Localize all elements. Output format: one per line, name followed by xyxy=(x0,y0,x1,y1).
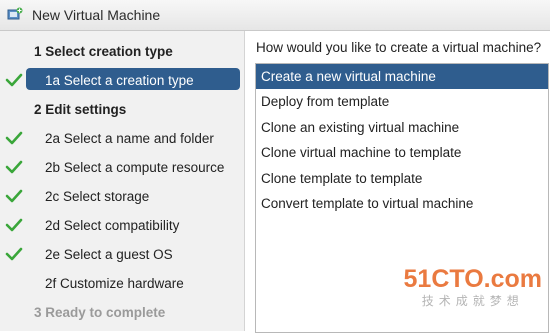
step-label: 1 Select creation type xyxy=(34,44,173,59)
option-clone-vm-to-template[interactable]: Clone virtual machine to template xyxy=(256,140,548,165)
wizard-steps-panel: 1 Select creation type 1a Select a creat… xyxy=(0,31,245,331)
step-label: 2d Select compatibility xyxy=(45,218,180,233)
option-deploy-from-template[interactable]: Deploy from template xyxy=(256,89,548,114)
checkmark-icon xyxy=(5,129,23,147)
title-bar: New Virtual Machine xyxy=(0,0,550,31)
step-1-select-creation-type: 1 Select creation type xyxy=(0,37,244,66)
step-label: 3 Ready to complete xyxy=(34,305,166,320)
step-2a-select-name-and-folder[interactable]: 2a Select a name and folder xyxy=(0,124,244,153)
step-2d-select-compatibility[interactable]: 2d Select compatibility xyxy=(0,211,244,240)
watermark: 51CTO.com 技术成就梦想 xyxy=(404,265,542,309)
option-label: Deploy from template xyxy=(261,94,390,109)
step-2f-customize-hardware[interactable]: 2f Customize hardware xyxy=(0,269,244,298)
step-label: 1a Select a creation type xyxy=(45,73,194,88)
option-label: Create a new virtual machine xyxy=(261,69,436,84)
checkmark-icon xyxy=(5,245,23,263)
option-label: Clone template to template xyxy=(261,171,423,186)
option-create-new-vm[interactable]: Create a new virtual machine xyxy=(256,64,548,89)
step-label: 2a Select a name and folder xyxy=(45,131,214,146)
checkmark-icon xyxy=(5,158,23,176)
step-label: 2 Edit settings xyxy=(34,102,127,117)
option-label: Convert template to virtual machine xyxy=(261,196,474,211)
option-label: Clone an existing virtual machine xyxy=(261,120,460,135)
new-vm-icon xyxy=(7,7,23,23)
step-3-ready-to-complete: 3 Ready to complete xyxy=(0,298,244,327)
step-1a-select-creation-type[interactable]: 1a Select a creation type xyxy=(0,66,244,95)
step-2e-select-guest-os[interactable]: 2e Select a guest OS xyxy=(0,240,244,269)
option-clone-template-to-template[interactable]: Clone template to template xyxy=(256,166,548,191)
step-label: 2c Select storage xyxy=(45,189,150,204)
creation-type-question: How would you like to create a virtual m… xyxy=(256,40,542,55)
step-label: 2f Customize hardware xyxy=(45,276,184,291)
step-2c-select-storage[interactable]: 2c Select storage xyxy=(0,182,244,211)
option-label: Clone virtual machine to template xyxy=(261,145,462,160)
option-convert-template-to-vm[interactable]: Convert template to virtual machine xyxy=(256,191,548,216)
option-clone-existing-vm[interactable]: Clone an existing virtual machine xyxy=(256,115,548,140)
watermark-brand: 51CTO.com xyxy=(403,265,542,293)
checkmark-icon xyxy=(5,216,23,234)
step-2b-select-compute-resource[interactable]: 2b Select a compute resource xyxy=(0,153,244,182)
step-label: 2e Select a guest OS xyxy=(45,247,173,262)
watermark-tagline: 技术成就梦想 xyxy=(421,294,524,308)
step-2-edit-settings: 2 Edit settings xyxy=(0,95,244,124)
checkmark-icon xyxy=(5,187,23,205)
window-title: New Virtual Machine xyxy=(32,7,161,23)
checkmark-icon xyxy=(5,71,23,89)
step-label: 2b Select a compute resource xyxy=(45,160,225,175)
